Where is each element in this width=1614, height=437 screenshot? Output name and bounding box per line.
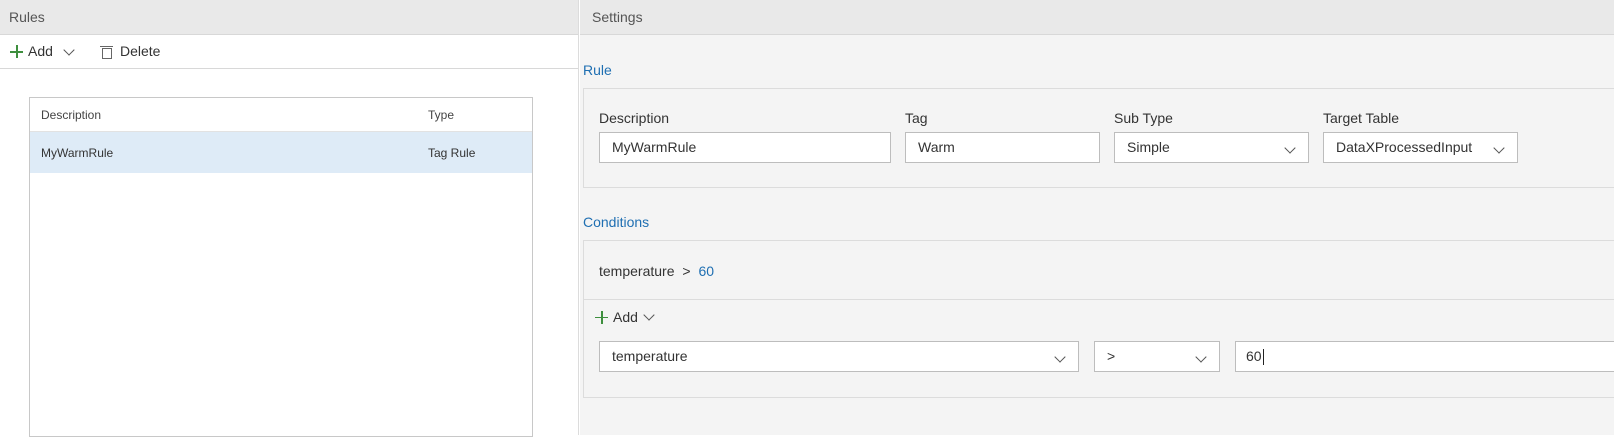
condition-field-value: temperature (612, 348, 688, 364)
rules-toolbar: Add Delete (0, 35, 578, 69)
conditions-divider (584, 299, 1614, 300)
subtype-label: Sub Type (1114, 110, 1173, 126)
settings-pane-title: Settings (580, 0, 1614, 35)
condition-field-select[interactable]: temperature (599, 341, 1079, 372)
text-caret (1262, 349, 1264, 366)
target-table-value: DataXProcessedInput (1336, 139, 1473, 155)
chevron-down-icon (643, 309, 655, 321)
condition-summary-value: 60 (698, 263, 715, 279)
rule-card: Description MyWarmRule Tag Warm Sub Type… (583, 88, 1614, 188)
conditions-section-title: Conditions (583, 214, 650, 230)
row-description: MyWarmRule (41, 145, 114, 160)
subtype-value: Simple (1127, 139, 1170, 155)
plus-icon (10, 45, 23, 58)
target-table-select[interactable]: DataXProcessedInput (1323, 132, 1518, 163)
column-header-type[interactable]: Type (428, 98, 454, 131)
column-header-description[interactable]: Description (41, 98, 101, 131)
delete-rule-label: Delete (120, 43, 161, 59)
add-rule-label: Add (28, 43, 53, 59)
add-condition-label: Add (613, 309, 638, 325)
add-rule-button[interactable]: Add (10, 35, 75, 68)
trash-icon (100, 45, 113, 59)
delete-rule-button[interactable]: Delete (100, 35, 161, 68)
row-type: Tag Rule (428, 145, 476, 160)
condition-operator-select[interactable]: > (1094, 341, 1220, 372)
target-table-label: Target Table (1323, 110, 1400, 126)
plus-icon (595, 310, 608, 324)
chevron-down-icon (1284, 142, 1296, 154)
tag-input[interactable]: Warm (905, 132, 1100, 163)
chevron-down-icon[interactable] (63, 43, 75, 56)
add-condition-button[interactable]: Add (595, 307, 655, 327)
conditions-card: temperature > 60 Add temperature > 60 (583, 240, 1614, 398)
condition-operator-value: > (1107, 348, 1116, 364)
tag-label: Tag (905, 110, 928, 126)
condition-value-input[interactable]: 60 (1235, 341, 1614, 372)
chevron-down-icon (1054, 351, 1066, 363)
description-input[interactable]: MyWarmRule (599, 132, 891, 163)
table-row[interactable]: MyWarmRule Tag Rule (30, 132, 532, 173)
rule-section-title: Rule (583, 62, 612, 78)
subtype-select[interactable]: Simple (1114, 132, 1309, 163)
chevron-down-icon (1195, 351, 1207, 363)
settings-pane: Settings Rule Description MyWarmRule Tag… (580, 0, 1614, 435)
chevron-down-icon (1493, 142, 1505, 154)
table-header: Description Type (30, 98, 532, 132)
description-label: Description (599, 110, 670, 126)
condition-value-text: 60 (1246, 348, 1262, 364)
condition-summary-operator: > (682, 263, 691, 279)
condition-summary-field: temperature (599, 263, 675, 279)
rules-table: Description Type MyWarmRule Tag Rule (29, 97, 533, 437)
condition-summary[interactable]: temperature > 60 (599, 263, 714, 279)
rules-pane: Rules Add Delete Description Type MyWarm… (0, 0, 579, 437)
rules-pane-title: Rules (0, 0, 578, 35)
